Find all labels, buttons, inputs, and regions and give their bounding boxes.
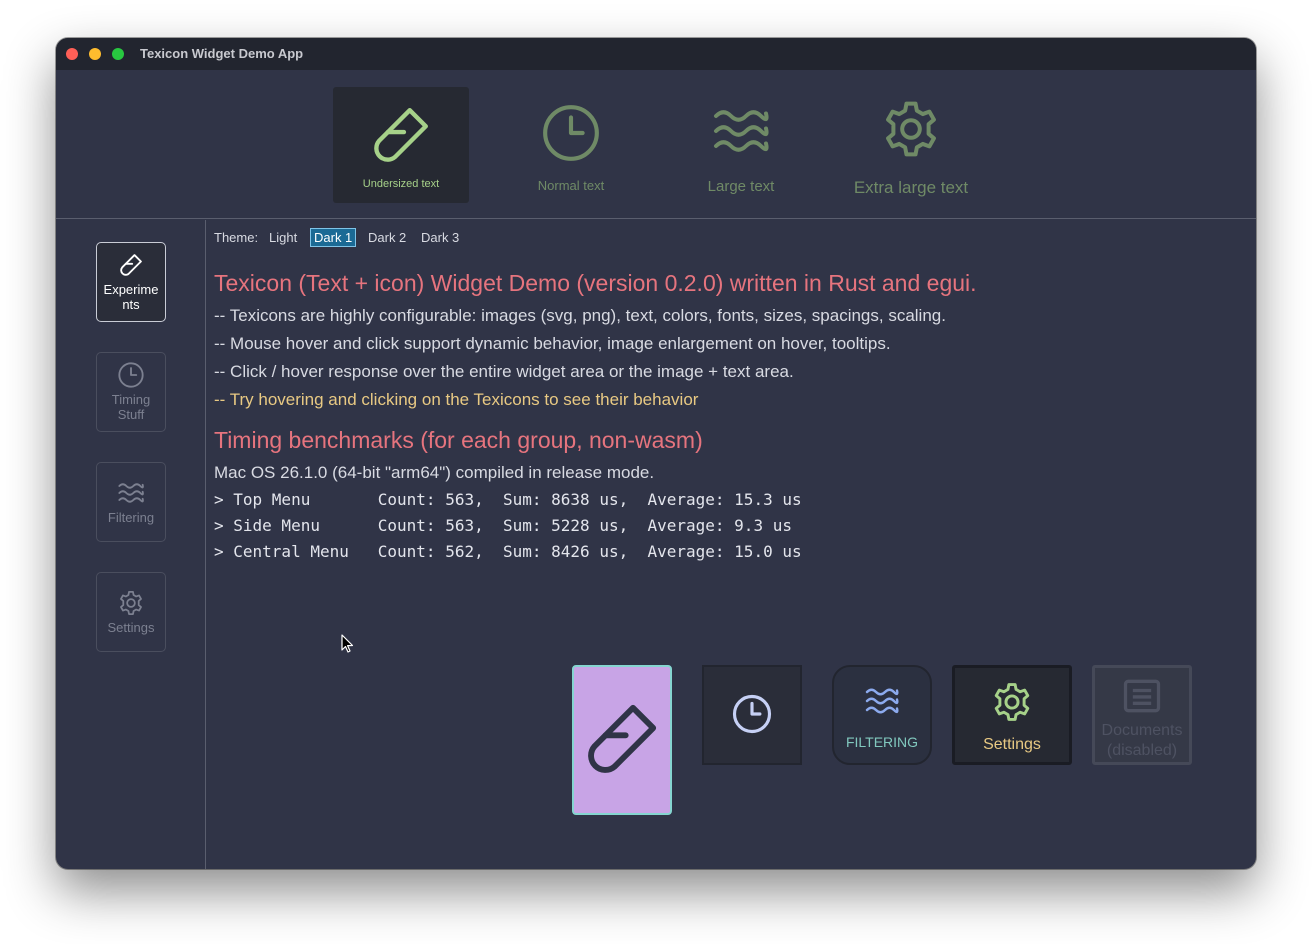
settings-label: Settings bbox=[983, 736, 1041, 753]
benchmark-row: > Central Menu Count: 562, Sum: 8426 us,… bbox=[214, 542, 802, 561]
waves-icon bbox=[118, 483, 144, 503]
description-line: -- Mouse hover and click support dynamic… bbox=[214, 334, 891, 353]
theme-option-dark-1[interactable]: Dark 1 bbox=[310, 228, 357, 247]
filtering-texicon-button[interactable]: FILTERING bbox=[832, 665, 932, 765]
theme-option-dark-3[interactable]: Dark 3 bbox=[421, 229, 459, 246]
clock-icon bbox=[118, 362, 144, 388]
mouse-cursor-icon bbox=[341, 634, 354, 653]
test-tube-icon bbox=[374, 108, 428, 162]
experiments-texicon-button[interactable] bbox=[572, 665, 672, 815]
benchmark-row: > Top Menu Count: 563, Sum: 8638 us, Ave… bbox=[214, 490, 802, 509]
theme-label: Theme: bbox=[214, 230, 259, 245]
documents-texicon-button-disabled: Documents (disabled) bbox=[1092, 665, 1192, 765]
side-menu-item-filtering[interactable]: Filtering bbox=[96, 462, 166, 542]
top-menu-item-undersized-text[interactable]: Undersized text bbox=[333, 87, 469, 203]
theme-option-light[interactable]: Light bbox=[269, 229, 297, 246]
test-tube-icon bbox=[588, 704, 657, 773]
benchmark-row: > Side Menu Count: 563, Sum: 5228 us, Av… bbox=[214, 516, 792, 535]
document-icon bbox=[1123, 679, 1161, 713]
settings-texicon-button[interactable]: Settings bbox=[952, 665, 1072, 765]
top-menu-item-large-text[interactable]: Large text bbox=[673, 87, 809, 203]
top-menu-label: Normal text bbox=[537, 178, 605, 193]
gear-icon bbox=[994, 683, 1030, 721]
description-line: -- Click / hover response over the entir… bbox=[214, 362, 794, 381]
top-menu-item-extra-large-text[interactable]: Extra large text bbox=[843, 87, 979, 203]
waves-icon bbox=[865, 688, 899, 714]
clock-icon bbox=[543, 105, 599, 161]
description-line: -- Texicons are highly configurable: ima… bbox=[214, 306, 946, 325]
test-tube-icon bbox=[120, 254, 142, 276]
side-menu-label: Settings bbox=[107, 620, 155, 635]
clock-icon bbox=[732, 694, 772, 734]
documents-label: Documents (disabled) bbox=[1101, 722, 1183, 759]
hover-hint-line: -- Try hovering and clicking on the Texi… bbox=[214, 390, 699, 409]
main-heading: Texicon (Text + icon) Widget Demo (versi… bbox=[214, 270, 977, 296]
top-menu-label: Large text bbox=[707, 178, 775, 195]
central-panel: Theme: Light Dark 1 Dark 2 Dark 3 Texico… bbox=[207, 220, 1256, 869]
side-menu-label: Filtering bbox=[107, 510, 155, 525]
gear-icon bbox=[886, 101, 936, 157]
side-menu: Experime nts Timing Stuff Filtering Settin… bbox=[56, 220, 206, 869]
top-menu-label: Undersized text bbox=[362, 178, 440, 190]
side-menu-label: Timing Stuff bbox=[111, 392, 151, 422]
gear-icon bbox=[120, 591, 142, 615]
side-menu-item-experiments[interactable]: Experime nts bbox=[96, 242, 166, 322]
benchmarks-heading: Timing benchmarks (for each group, non-w… bbox=[214, 427, 703, 453]
minimize-window-button[interactable] bbox=[89, 48, 101, 60]
os-info-line: Mac OS 26.1.0 (64-bit "arm64") compiled … bbox=[214, 463, 655, 482]
top-menu: Undersized text Normal text Large text E… bbox=[56, 70, 1256, 219]
close-window-button[interactable] bbox=[66, 48, 78, 60]
waves-icon bbox=[714, 110, 769, 152]
filtering-label: FILTERING bbox=[845, 734, 919, 750]
timing-texicon-button[interactable] bbox=[702, 665, 802, 765]
top-menu-label: Extra large text bbox=[853, 178, 969, 197]
window-title: Texicon Widget Demo App bbox=[140, 46, 304, 61]
side-menu-item-timing-stuff[interactable]: Timing Stuff bbox=[96, 352, 166, 432]
side-menu-label: Experime nts bbox=[103, 282, 159, 312]
side-menu-item-settings[interactable]: Settings bbox=[96, 572, 166, 652]
maximize-window-button[interactable] bbox=[112, 48, 124, 60]
app-window: Texicon Widget Demo App Undersized text … bbox=[56, 38, 1256, 869]
title-bar: Texicon Widget Demo App bbox=[56, 38, 1256, 70]
top-menu-item-normal-text[interactable]: Normal text bbox=[503, 87, 639, 203]
theme-option-dark-2[interactable]: Dark 2 bbox=[368, 229, 406, 246]
